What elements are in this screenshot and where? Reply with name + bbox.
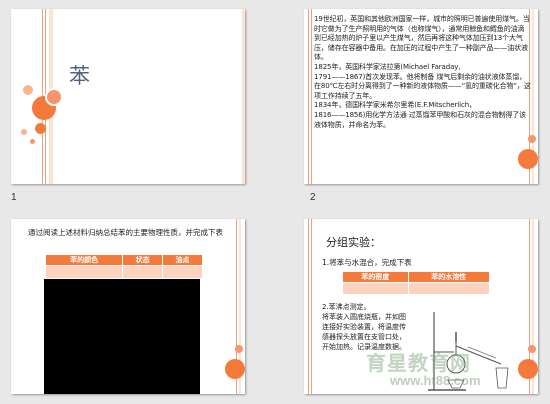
accent-stripe xyxy=(311,9,312,184)
slide-heading: 分组实验： xyxy=(326,236,381,249)
accent-stripe xyxy=(308,219,309,394)
table-header: 苯的颜色 xyxy=(44,254,124,266)
decor-circle xyxy=(35,123,46,134)
table-cell[interactable] xyxy=(122,265,164,279)
slide-number: 1 xyxy=(11,192,17,203)
table-cell[interactable] xyxy=(162,265,203,279)
table-header: 状态 xyxy=(122,254,164,266)
decor-circle xyxy=(23,85,33,95)
slide-title: 苯 xyxy=(69,64,90,88)
decor-circle xyxy=(21,129,27,135)
decor-circle xyxy=(225,359,245,379)
table-cell[interactable] xyxy=(44,265,124,279)
step-2-line: 连接好实验装置，将温度传 xyxy=(322,323,406,331)
table-header: 苯的水溶性 xyxy=(407,271,491,283)
slide-instruction: 通过阅读上述材料归纳总结苯的主要物理性质，并完成下表 xyxy=(28,228,223,237)
embedded-media-placeholder[interactable] xyxy=(44,279,200,394)
accent-stripe xyxy=(311,219,312,394)
slide-4-thumbnail[interactable]: 分组实验： 1.将苯与水混合，完成下表 苯的密度 苯的水溶性 2.苯沸点测定。 … xyxy=(304,219,538,394)
decor-circle xyxy=(528,135,536,143)
accent-stripe xyxy=(308,9,309,184)
properties-table: 苯的颜色 状态 油点 xyxy=(44,254,203,279)
slide-body-text: 19世纪初，英国和其他欧洲国家一样，城市的照明已普遍使用煤气。当时它做为了生产照… xyxy=(314,15,531,129)
step-1-text: 1.将苯与水混合，完成下表 xyxy=(322,258,412,267)
table-header: 苯的密度 xyxy=(342,271,409,283)
decor-circle xyxy=(518,359,538,379)
accent-stripe xyxy=(242,9,245,184)
density-table: 苯的密度 苯的水溶性 xyxy=(342,271,491,295)
slide-1-thumbnail[interactable]: 苯 xyxy=(11,9,245,184)
decor-circle xyxy=(518,149,538,169)
step-2-line: 2.苯沸点测定。 xyxy=(322,303,371,311)
slide-3-thumbnail[interactable]: 通过阅读上述材料归纳总结苯的主要物理性质，并完成下表 苯的颜色 状态 油点 xyxy=(11,219,245,394)
decor-circle xyxy=(45,88,63,106)
watermark-url: www.ht88.com xyxy=(390,373,481,388)
watermark-logo-text: 育星教育网 xyxy=(366,351,471,375)
decor-circle xyxy=(30,139,35,144)
decor-circle xyxy=(528,345,536,353)
slide-2-thumbnail[interactable]: 19世纪初，英国和其他欧洲国家一样，城市的照明已普遍使用煤气。当时它做为了生产照… xyxy=(304,9,538,184)
slide-number: 2 xyxy=(310,192,316,203)
step-2-line: 感器探头放置在支管口处， xyxy=(322,333,406,341)
step-2-text: 2.苯沸点测定。 将苯装入圆底烧瓶，并如图 连接好实验装置，将温度传 感器探头放… xyxy=(322,302,442,352)
table-cell[interactable] xyxy=(342,282,409,295)
decor-circle xyxy=(235,345,243,353)
table-cell[interactable] xyxy=(407,282,491,295)
table-header: 油点 xyxy=(162,254,203,266)
step-2-line: 将苯装入圆底烧瓶，并如图 xyxy=(322,313,406,321)
